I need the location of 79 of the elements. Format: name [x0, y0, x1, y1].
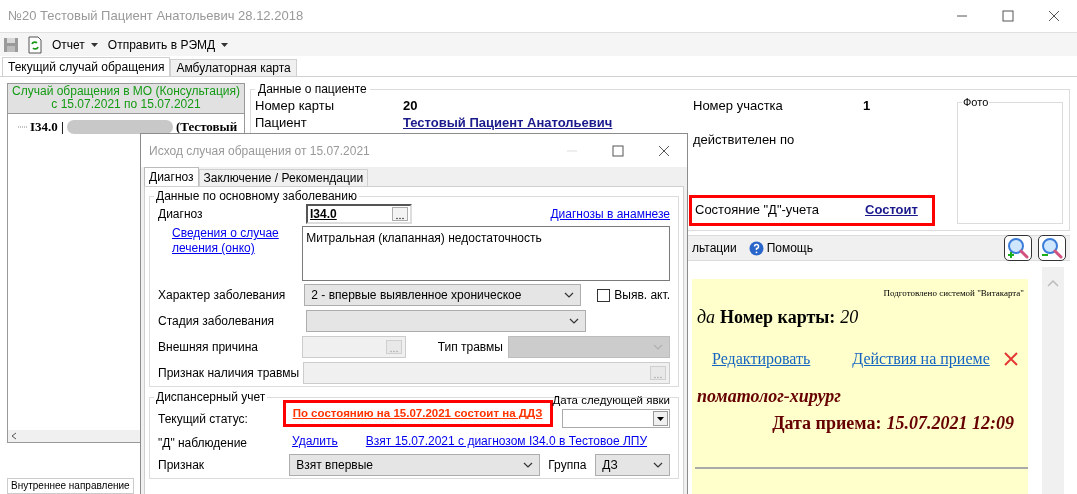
field-label: Стадия заболевания: [158, 313, 276, 330]
ellipsis-icon: [388, 350, 399, 353]
field-label: Характер заболевания: [158, 287, 287, 304]
zoom-out-button[interactable]: [1038, 235, 1066, 261]
field-label: Тип травмы: [437, 339, 504, 356]
field-label: Группа: [548, 457, 588, 475]
chevron-down-icon: [523, 462, 534, 469]
onco-link[interactable]: Сведения о случае лечения (онко): [172, 226, 282, 256]
diagnosis-field[interactable]: I34.0: [306, 204, 412, 224]
tab[interactable]: Амбулаторная карта: [170, 59, 297, 76]
field-label: Состояние "Д"-учета: [695, 201, 820, 220]
ellipsis-icon: [395, 217, 405, 220]
chevron-up-icon[interactable]: [1047, 279, 1059, 287]
photo-label: Фото: [962, 95, 990, 110]
document-label: Номер карты:: [720, 305, 836, 329]
field-label: Номер карты: [255, 97, 336, 113]
zoom-in-button[interactable]: [1004, 235, 1032, 261]
document-value: 20: [840, 305, 859, 329]
field-label: Диагноз: [158, 206, 204, 223]
checkbox[interactable]: [597, 288, 611, 302]
caret-icon: [221, 42, 229, 47]
document-note: Подготовлено системой "Витакарта": [883, 287, 1024, 300]
delete-icon[interactable]: [1003, 351, 1018, 366]
chevron-left-icon[interactable]: [11, 432, 17, 440]
status-link[interactable]: По состоянию на 15.07.2021 состоит на ДДЗ: [282, 400, 553, 427]
document-label: Дата приема:: [772, 411, 882, 435]
field-label: Номер участка: [693, 97, 784, 113]
help-button[interactable]: Помощь: [748, 239, 813, 257]
diagnosis-text-area[interactable]: Митральная (клапанная) недостаточность: [302, 226, 670, 281]
ellipsis-icon: [653, 376, 663, 379]
dropdown[interactable]: Взят впервые: [289, 454, 541, 477]
field-value: 20: [403, 97, 418, 113]
taken-link[interactable]: Взят 15.07.2021 с диагнозом I34.0 в Тестовое ЛПУ: [365, 432, 648, 451]
group-title: Данные о пациенте: [257, 83, 368, 96]
bottom-tab[interactable]: Внутреннее направление: [7, 478, 134, 494]
document-link[interactable]: Действия на приеме: [852, 346, 990, 371]
menu-button[interactable]: Отправить в РЭМД: [106, 35, 230, 54]
refresh-icon[interactable]: [27, 35, 43, 54]
d-status-link[interactable]: Состоит: [865, 200, 918, 220]
caret-icon: [90, 42, 98, 47]
group-title: Диспансерный учет: [155, 390, 267, 404]
save-icon[interactable]: [3, 36, 19, 53]
document-link[interactable]: Редактировать: [712, 346, 811, 371]
dropdown[interactable]: 2 - впервые выявленное хроническое: [304, 284, 582, 306]
history-link[interactable]: Диагнозы в анамнезе: [550, 205, 670, 223]
field-label: Признак наличия травмы: [158, 365, 301, 382]
dialog-tab[interactable]: Заключение / Рекомендации: [198, 169, 369, 186]
patient-link[interactable]: Тестовый Пациент Анатольевич: [403, 113, 613, 130]
delete-link[interactable]: Удалить: [292, 432, 338, 451]
dialog-title: Исход случая обращения от 15.07.2021: [149, 142, 370, 160]
document-value: 15.07.2021 12:09: [886, 411, 1014, 435]
browse-button[interactable]: [392, 207, 408, 221]
chevron-down-icon: [564, 292, 575, 298]
group-title: Данные по основному заболеванию: [155, 189, 358, 203]
field-label: Признак: [158, 457, 206, 475]
help-icon: [748, 240, 764, 256]
field-label: действителен по: [693, 131, 796, 149]
field-label: "Д" наблюдение: [158, 435, 249, 453]
field-label: Дата следующей явки: [552, 393, 670, 408]
checkbox-label: Выяв. акт.: [614, 287, 670, 304]
chevron-down-icon: [569, 318, 579, 324]
document-text: да: [697, 305, 716, 329]
field-label: Пациент: [255, 114, 308, 130]
field-value: 1: [863, 97, 871, 113]
dialog-tab[interactable]: Диагноз: [144, 167, 199, 186]
window-title: №20 Тестовый Пациент Анатольевич 28.12.2018: [8, 7, 304, 26]
chevron-down-icon: [653, 344, 663, 350]
tree-item[interactable]: I34.0 | (Тестовый: [8, 116, 244, 137]
field-label: Текущий статус:: [158, 411, 249, 428]
menu-button[interactable]: Отчет: [51, 35, 99, 54]
dropdown[interactable]: ДЗ: [595, 454, 670, 477]
field-label: Внешняя причина: [158, 339, 260, 356]
tree-line-icon: [18, 125, 27, 128]
tab[interactable]: Текущий случай обращения: [2, 57, 171, 76]
date-picker[interactable]: [562, 409, 670, 429]
specialty-text: поматолог-хирург: [697, 384, 843, 408]
chevron-down-icon: [653, 462, 663, 469]
dropdown[interactable]: [306, 310, 586, 332]
menu-item[interactable]: льтации: [692, 239, 737, 257]
